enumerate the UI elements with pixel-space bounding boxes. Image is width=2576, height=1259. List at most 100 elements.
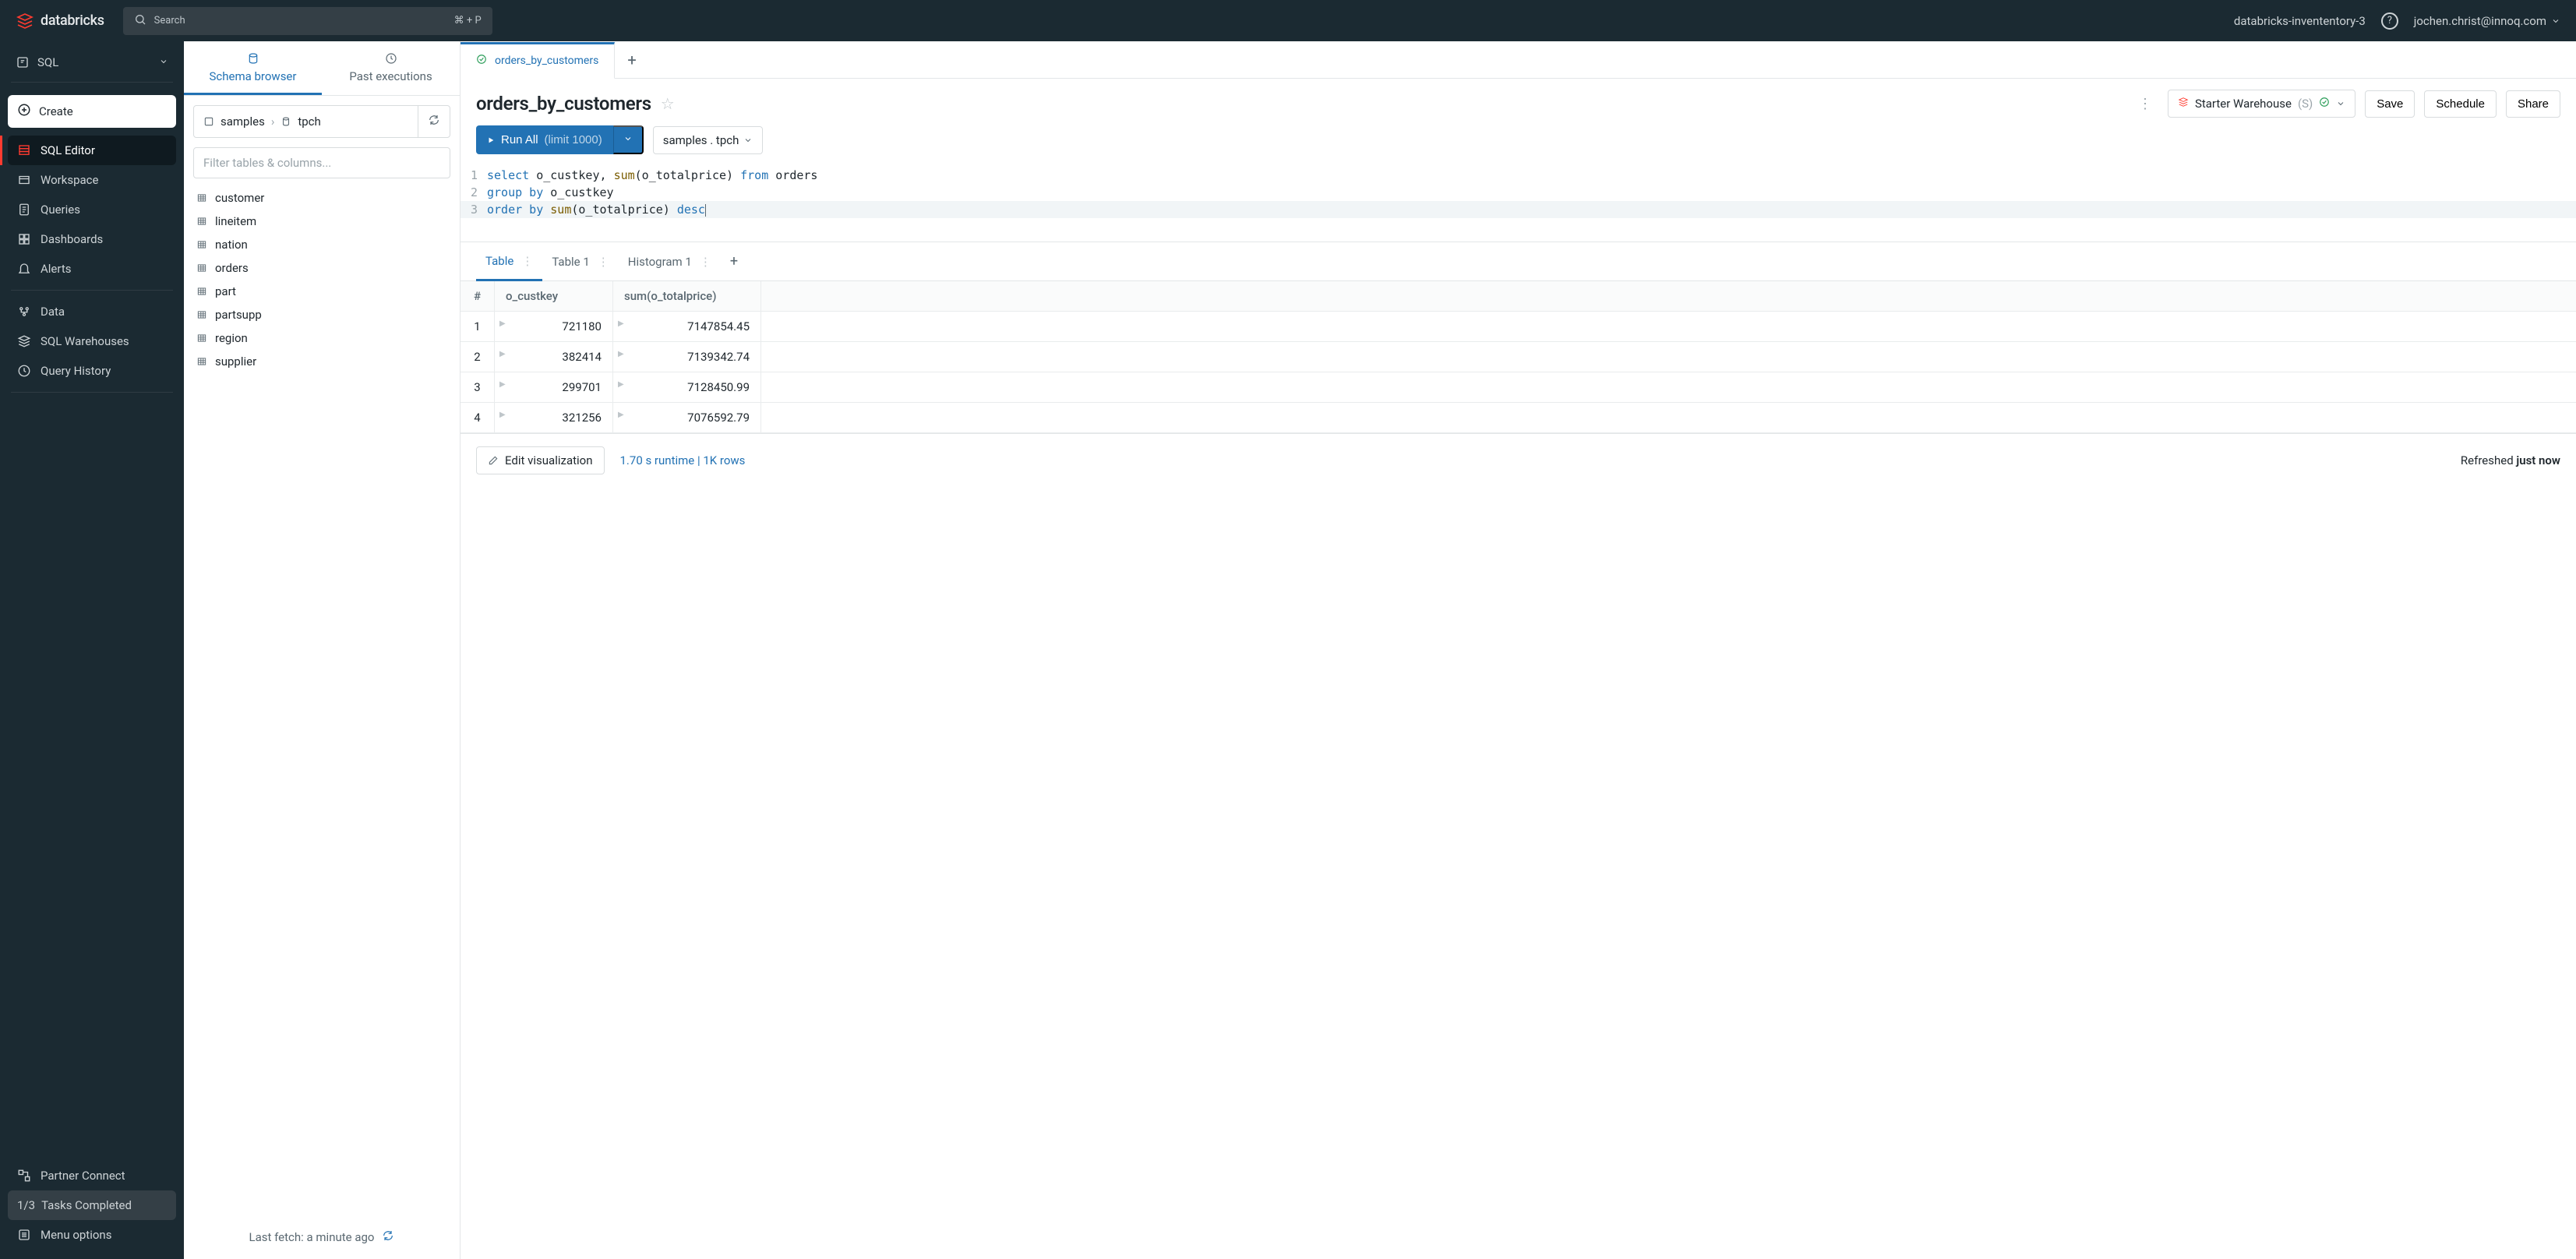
chevron-down-icon (743, 136, 753, 145)
tab-schema-browser[interactable]: Schema browser (184, 41, 322, 95)
code-line[interactable]: order by sum(o_totalprice) desc (487, 201, 706, 218)
sidebar-item-query-history[interactable]: Query History (8, 356, 176, 386)
schedule-button[interactable]: Schedule (2424, 90, 2497, 118)
persona-switcher[interactable]: SQL (8, 49, 176, 76)
nav-icon (17, 262, 31, 276)
edit-visualization-button[interactable]: Edit visualization (476, 446, 605, 474)
nav-icon (17, 232, 31, 246)
cell-index: 4 (461, 403, 495, 432)
crumb-schema: tpch (298, 115, 320, 129)
add-query-tab[interactable]: + (615, 51, 648, 69)
catalog-breadcrumb[interactable]: samples › tpch (193, 105, 450, 138)
persona-label: SQL (37, 55, 58, 69)
table-row[interactable]: 2▶382414▶7139342.74 (461, 342, 2576, 372)
create-button[interactable]: Create (8, 95, 176, 128)
sidebar-item-partner-connect[interactable]: Partner Connect (8, 1161, 176, 1190)
table-row[interactable]: 3▶299701▶7128450.99 (461, 372, 2576, 403)
result-tab-histogram-1[interactable]: Histogram 1⋮ (619, 244, 721, 280)
result-tab-table-1[interactable]: Table 1 ⋮ (542, 244, 618, 280)
cell-totalprice: ▶7128450.99 (613, 372, 761, 402)
expand-icon[interactable]: ▶ (499, 319, 506, 328)
save-button[interactable]: Save (2365, 90, 2415, 118)
help-icon[interactable]: ? (2381, 12, 2398, 30)
expand-icon[interactable]: ▶ (618, 411, 624, 419)
cell-index: 3 (461, 372, 495, 402)
query-tab-active[interactable]: orders_by_customers (461, 42, 615, 79)
tab-overflow-menu[interactable]: ⋮ (598, 255, 609, 269)
sidebar-item-dashboards[interactable]: Dashboards (8, 224, 176, 254)
schema-browser-panel: Schema browser Past executions samples ›… (184, 41, 461, 1259)
filter-tables-input[interactable]: Filter tables & columns... (193, 147, 450, 178)
col-header-totalprice[interactable]: sum(o_totalprice) (613, 281, 761, 311)
tab-overflow-menu[interactable]: ⋮ (700, 255, 711, 269)
workspace-name[interactable]: databricks-invententory-3 (2234, 14, 2366, 28)
col-header-index[interactable]: # (461, 281, 495, 311)
code-line[interactable]: select o_custkey, sum(o_totalprice) from… (487, 167, 817, 184)
sidebar-item-label: Partner Connect (41, 1169, 125, 1183)
result-tab-table[interactable]: Table⋮ (476, 243, 542, 281)
refresh-fetch-button[interactable] (382, 1229, 394, 1245)
sidebar-item-workspace[interactable]: Workspace (8, 165, 176, 195)
expand-icon[interactable]: ▶ (499, 380, 506, 389)
table-item-nation[interactable]: nation (193, 233, 450, 256)
result-grid[interactable]: # o_custkey sum(o_totalprice) 1▶721180▶7… (461, 281, 2576, 433)
run-limit: (limit 1000) (545, 133, 602, 146)
col-header-custkey[interactable]: o_custkey (495, 281, 613, 311)
expand-icon[interactable]: ▶ (618, 350, 624, 358)
cell-index: 2 (461, 342, 495, 372)
table-item-lineitem[interactable]: lineitem (193, 210, 450, 233)
sidebar-item-data[interactable]: Data (8, 297, 176, 326)
table-row[interactable]: 1▶721180▶7147854.45 (461, 312, 2576, 342)
favorite-button[interactable]: ☆ (661, 94, 675, 113)
expand-icon[interactable]: ▶ (618, 319, 624, 328)
expand-icon[interactable]: ▶ (499, 411, 506, 419)
table-icon (196, 309, 207, 320)
brand-logo[interactable]: databricks (16, 12, 104, 30)
table-name: part (215, 284, 236, 298)
table-item-partsupp[interactable]: partsupp (193, 303, 450, 326)
table-item-customer[interactable]: customer (193, 186, 450, 210)
table-item-region[interactable]: region (193, 326, 450, 350)
warehouse-selector[interactable]: Starter Warehouse (S) (2168, 90, 2355, 118)
brand-text: databricks (41, 12, 104, 29)
run-context-selector[interactable]: samples . tpch (653, 126, 764, 154)
runtime-info[interactable]: 1.70 s runtime | 1K rows (620, 453, 746, 467)
global-search[interactable]: Search ⌘ + P (123, 7, 492, 35)
sql-editor[interactable]: 1select o_custkey, sum(o_totalprice) fro… (461, 164, 2576, 242)
add-result-tab[interactable]: + (721, 242, 747, 280)
refresh-schema-button[interactable] (418, 106, 450, 137)
tab-label: Schema browser (210, 69, 297, 83)
play-icon (487, 136, 495, 144)
tab-overflow-menu[interactable]: ⋮ (521, 254, 533, 268)
warehouse-name: Starter Warehouse (2195, 97, 2292, 111)
share-button[interactable]: Share (2506, 90, 2560, 118)
cell-totalprice: ▶7139342.74 (613, 342, 761, 372)
run-all-button[interactable]: Run All (limit 1000) (476, 125, 613, 154)
table-item-orders[interactable]: orders (193, 256, 450, 280)
result-tabs: Table⋮Table 1⋮Histogram 1⋮+ (461, 242, 2576, 281)
sidebar-item-queries[interactable]: Queries (8, 195, 176, 224)
table-row[interactable]: 4▶321256▶7076592.79 (461, 403, 2576, 433)
tasks-count: 1/3 (17, 1198, 35, 1212)
expand-icon[interactable]: ▶ (499, 350, 506, 358)
tasks-progress[interactable]: 1/3 Tasks Completed (8, 1190, 176, 1220)
menu-icon (17, 1228, 31, 1242)
user-menu[interactable]: jochen.christ@innoq.com (2414, 14, 2560, 28)
sidebar-item-alerts[interactable]: Alerts (8, 254, 176, 284)
nav-icon (17, 364, 31, 378)
sidebar-item-label: Workspace (41, 173, 98, 187)
query-title[interactable]: orders_by_customers (476, 93, 651, 115)
query-overflow-menu[interactable]: ⋮ (2138, 96, 2152, 112)
run-dropdown[interactable] (613, 125, 644, 154)
partner-connect-icon (17, 1169, 31, 1183)
table-item-supplier[interactable]: supplier (193, 350, 450, 373)
search-placeholder: Search (154, 15, 185, 26)
expand-icon[interactable]: ▶ (618, 380, 624, 389)
sidebar-item-sql-warehouses[interactable]: SQL Warehouses (8, 326, 176, 356)
code-line[interactable]: group by o_custkey (487, 184, 614, 201)
sidebar-item-menu-options[interactable]: Menu options (8, 1220, 176, 1250)
tab-past-executions[interactable]: Past executions (322, 41, 460, 95)
table-item-part[interactable]: part (193, 280, 450, 303)
result-tab-label: Table 1 (552, 255, 589, 269)
sidebar-item-sql-editor[interactable]: SQL Editor (8, 136, 176, 165)
